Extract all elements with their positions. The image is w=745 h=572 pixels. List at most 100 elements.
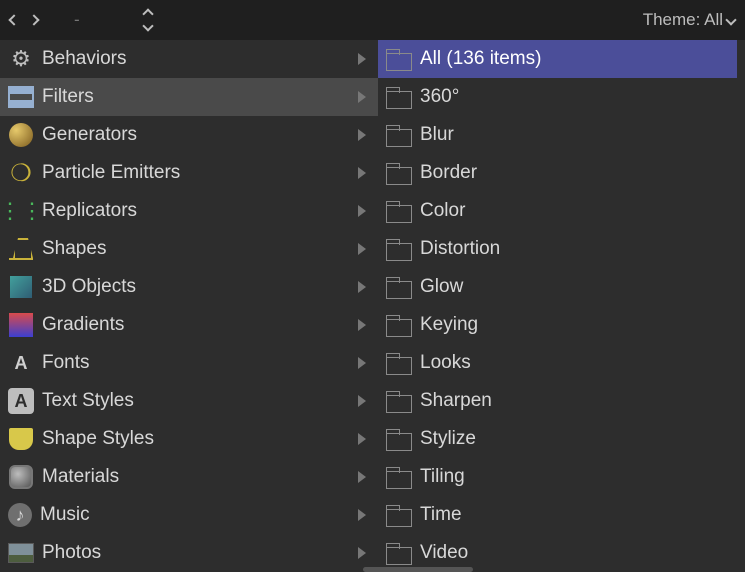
category-item-particle[interactable]: ❍Particle Emitters: [0, 154, 378, 192]
category-label: Generators: [42, 124, 137, 146]
category-label: Fonts: [42, 352, 90, 374]
nav-back-button[interactable]: [10, 16, 18, 24]
category-item-shapestyles[interactable]: Shape Styles: [0, 420, 378, 458]
disclosure-arrow-icon: [358, 281, 366, 293]
subfolder-item[interactable]: Border: [378, 154, 737, 192]
path-stepper[interactable]: [144, 10, 152, 30]
subfolder-item[interactable]: Glow: [378, 268, 737, 306]
subfolder-item[interactable]: Keying: [378, 306, 737, 344]
disclosure-arrow-icon: [358, 395, 366, 407]
subfolder-label: Stylize: [420, 428, 476, 450]
subfolder-item[interactable]: Color: [378, 192, 737, 230]
category-label: Replicators: [42, 200, 137, 222]
subfolder-label: Glow: [420, 276, 463, 298]
disclosure-arrow-icon: [358, 205, 366, 217]
disclosure-arrow-icon: [358, 357, 366, 369]
subfolder-label: Blur: [420, 124, 454, 146]
category-item-photos[interactable]: Photos: [0, 534, 378, 572]
category-label: Photos: [42, 542, 101, 564]
disclosure-arrow-icon: [358, 547, 366, 559]
photo-icon: [8, 540, 34, 566]
subfolder-item[interactable]: Stylize: [378, 420, 737, 458]
subfolder-label: Sharpen: [420, 390, 492, 412]
category-label: Shape Styles: [42, 428, 154, 450]
subfolder-item[interactable]: Tiling: [378, 458, 737, 496]
subfolder-item[interactable]: Time: [378, 496, 737, 534]
subfolder-label: Color: [420, 200, 465, 222]
category-item-text[interactable]: A Text Styles: [0, 382, 378, 420]
music-icon: ♪: [8, 503, 32, 527]
disclosure-arrow-icon: [358, 509, 366, 521]
category-item-generators[interactable]: Generators: [0, 116, 378, 154]
gear-icon: [8, 46, 34, 72]
txt-icon: A: [8, 388, 34, 414]
3d-icon: [8, 274, 34, 300]
category-label: Materials: [42, 466, 119, 488]
category-item-replicators[interactable]: ⋮⋮ Replicators: [0, 192, 378, 230]
subfolder-item[interactable]: Distortion: [378, 230, 737, 268]
nav-forward-button[interactable]: [30, 16, 38, 24]
subfolder-item[interactable]: Blur: [378, 116, 737, 154]
category-label: Behaviors: [42, 48, 127, 70]
subfolder-item[interactable]: Looks: [378, 344, 737, 382]
theme-dropdown[interactable]: Theme: All: [643, 10, 735, 30]
subfolder-label: All (136 items): [420, 48, 541, 70]
disclosure-arrow-icon: [358, 433, 366, 445]
subfolder-label: 360°: [420, 86, 459, 108]
category-label: Particle Emitters: [42, 162, 180, 184]
subfolder-label: Distortion: [420, 238, 500, 260]
rep-icon: ⋮⋮: [8, 198, 34, 224]
category-label: Filters: [42, 86, 94, 108]
category-item-materials[interactable]: Materials: [0, 458, 378, 496]
subfolder-label: Tiling: [420, 466, 465, 488]
category-item-behaviors[interactable]: Behaviors: [0, 40, 378, 78]
category-label: Shapes: [42, 238, 106, 260]
folder-icon: [386, 239, 412, 259]
folder-icon: [386, 353, 412, 373]
disclosure-arrow-icon: [358, 129, 366, 141]
subfolder-label: Keying: [420, 314, 478, 336]
mat-icon: [8, 464, 34, 490]
sstyle-icon: [8, 426, 34, 452]
shape-icon: [8, 236, 34, 262]
category-item-shapes[interactable]: Shapes: [0, 230, 378, 268]
scrollbar[interactable]: [363, 567, 473, 572]
chevron-down-icon: [725, 14, 736, 25]
subfolder-label: Looks: [420, 352, 471, 374]
disclosure-arrow-icon: [358, 471, 366, 483]
subfolder-label: Time: [420, 504, 462, 526]
subfolder-item[interactable]: 360°: [378, 78, 737, 116]
folder-icon: [386, 87, 412, 107]
disclosure-arrow-icon: [358, 243, 366, 255]
folder-icon: [386, 315, 412, 335]
category-item-filters[interactable]: Filters: [0, 78, 378, 116]
folder-icon: [386, 277, 412, 297]
category-label: 3D Objects: [42, 276, 136, 298]
disclosure-arrow-icon: [358, 53, 366, 65]
category-label: Gradients: [42, 314, 124, 336]
filters-icon: [8, 84, 34, 110]
category-item-3d[interactable]: 3D Objects: [0, 268, 378, 306]
category-item-fonts[interactable]: AFonts: [0, 344, 378, 382]
category-item-gradients[interactable]: Gradients: [0, 306, 378, 344]
subfolder-label: Video: [420, 542, 468, 564]
folder-icon: [386, 49, 412, 69]
folder-icon: [386, 543, 412, 563]
category-label: Text Styles: [42, 390, 134, 412]
disclosure-arrow-icon: [358, 319, 366, 331]
library-header: - Theme: All: [0, 0, 745, 40]
gen-icon: [8, 122, 34, 148]
subfolder-item[interactable]: Sharpen: [378, 382, 737, 420]
grad-icon: [8, 312, 34, 338]
folder-icon: [386, 505, 412, 525]
category-list: Behaviors Filters Generators ❍Particle Emit…: [0, 40, 378, 572]
category-item-music[interactable]: ♪ Music: [0, 496, 378, 534]
subfolder-list: All (136 items) 360° Blur Border Color Distor…: [378, 40, 745, 572]
category-label: Music: [40, 504, 90, 526]
disclosure-arrow-icon: [358, 91, 366, 103]
folder-icon: [386, 163, 412, 183]
disclosure-arrow-icon: [358, 167, 366, 179]
subfolder-item[interactable]: All (136 items): [378, 40, 737, 78]
folder-icon: [386, 125, 412, 145]
folder-icon: [386, 201, 412, 221]
